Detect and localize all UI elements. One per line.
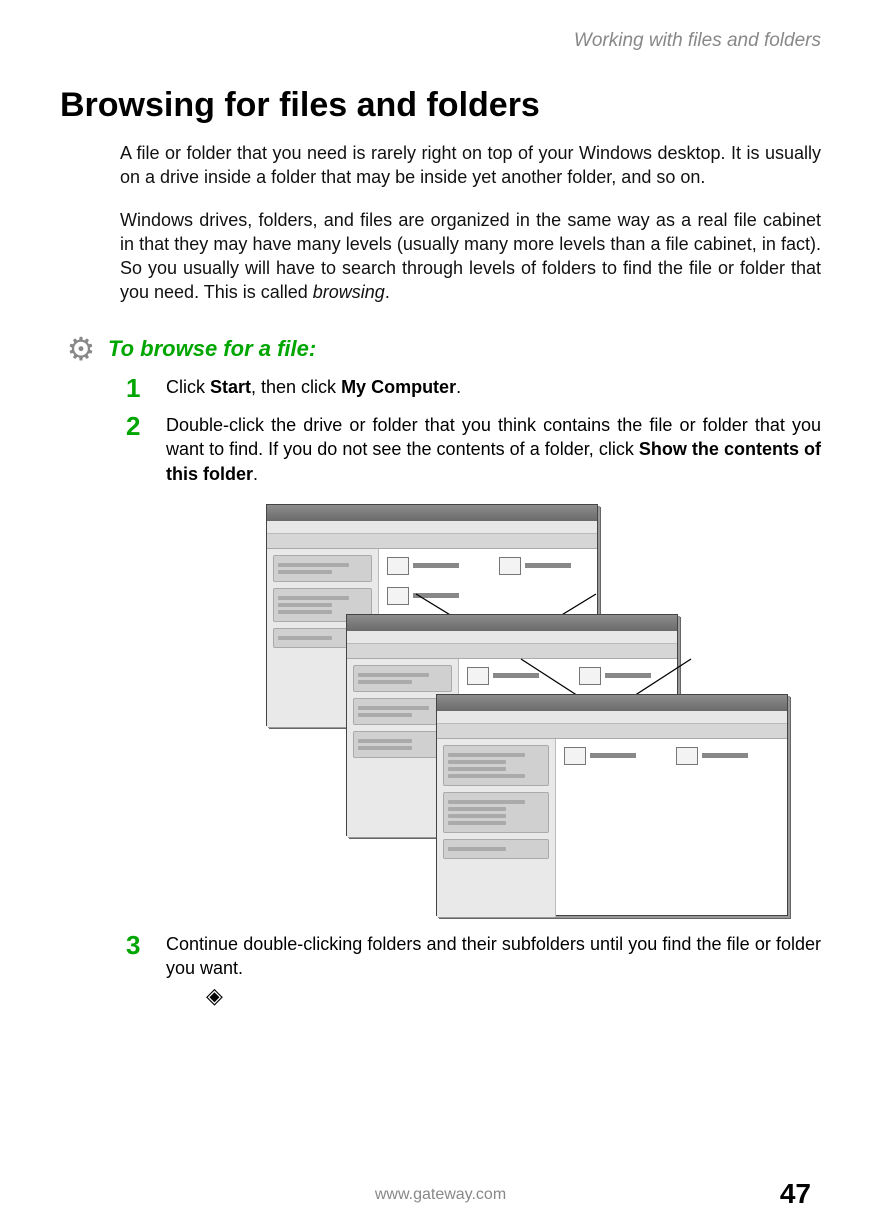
running-header: Working with files and folders [60,30,821,52]
illustration-cascading-windows [266,504,786,914]
step2-c: . [253,464,258,484]
step1-a: Click [166,377,210,397]
step-1: Click Start, then click My Computer. [126,375,821,399]
p2-text-c: . [385,282,390,302]
step-2: Double-click the drive or folder that yo… [126,413,821,914]
step-3: Continue double-clicking folders and the… [126,932,821,1007]
p2-text-a: Windows drives, folders, and files are o… [120,210,821,303]
step1-c: , then click [251,377,341,397]
step1-mycomputer: My Computer [341,377,456,397]
page-title: Browsing for files and folders [60,86,821,125]
gear-icon: ⚙ [60,333,102,365]
intro-paragraph-2: Windows drives, folders, and files are o… [120,208,821,305]
step1-e: . [456,377,461,397]
step3-text: Continue double-clicking folders and the… [166,934,821,978]
page-number: 47 [780,1178,811,1210]
intro-paragraph-1: A file or folder that you need is rarely… [120,141,821,190]
window-level-3 [436,694,788,916]
p2-emphasis: browsing [313,282,385,302]
end-of-procedure-icon: ◈ [206,985,821,1007]
step1-start: Start [210,377,251,397]
footer-url: www.gateway.com [0,1186,881,1204]
procedure-title: To browse for a file: [108,336,316,362]
